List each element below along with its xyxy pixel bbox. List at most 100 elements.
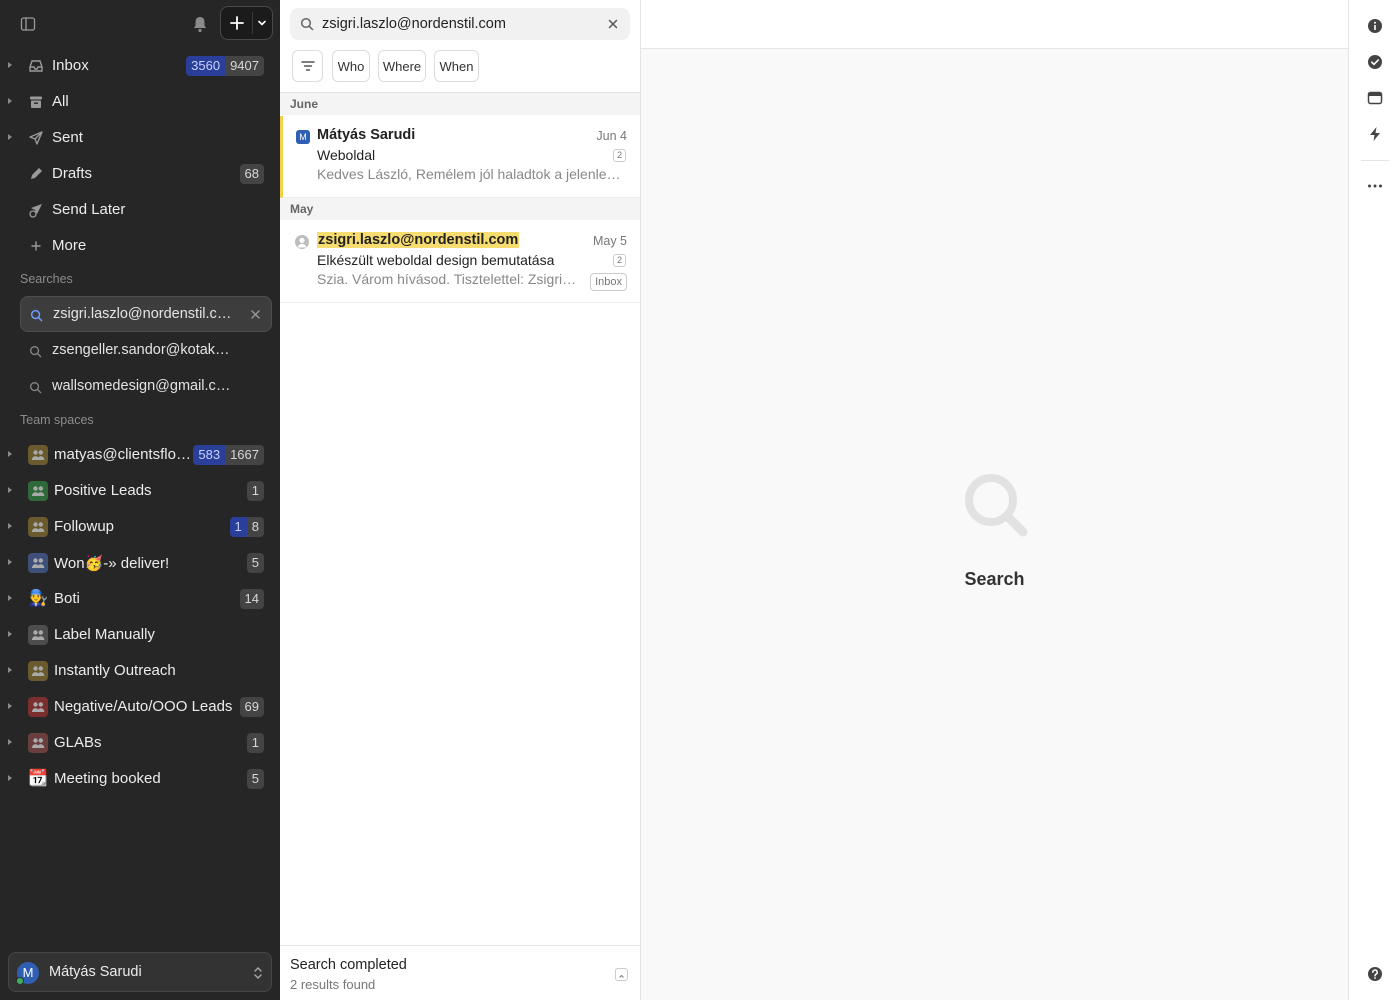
expand-triangle-icon[interactable] xyxy=(8,62,12,68)
saved-search-label: zsengeller.sandor@kotakkft.hu xyxy=(52,342,232,358)
nav-more[interactable]: More xyxy=(0,228,280,264)
saved-search-item[interactable]: zsigri.laszlo@nordenstil.com xyxy=(20,296,272,332)
message-list-pane: Who Where When June M Mátyás Sarudi Jun … xyxy=(280,0,641,1000)
expand-triangle-icon[interactable] xyxy=(8,703,12,709)
team-space-label: Negative/Auto/OOO Leads xyxy=(54,698,233,715)
team-space-item[interactable]: 👨‍🔧 Boti 14 xyxy=(0,581,280,617)
team-space-item[interactable]: Label Manually xyxy=(0,617,280,653)
team-emoji-icon: 📆 xyxy=(28,770,48,787)
sidebar-header xyxy=(0,0,280,48)
expand-triangle-icon[interactable] xyxy=(8,451,12,457)
team-spaces-section-title: Team spaces xyxy=(20,413,94,427)
sidebar: Inbox 3560 9407 All Sent Drafts 68 Send L… xyxy=(0,0,280,1000)
check-circle-icon[interactable] xyxy=(1367,54,1383,70)
close-icon[interactable] xyxy=(250,309,261,320)
calendar-icon[interactable] xyxy=(1367,90,1383,106)
team-space-item[interactable]: 📆 Meeting booked 5 xyxy=(0,761,280,797)
expand-triangle-icon[interactable] xyxy=(8,523,12,529)
archive-icon xyxy=(30,96,42,108)
nav-send-later[interactable]: Send Later xyxy=(0,192,280,228)
team-space-item[interactable]: Instantly Outreach xyxy=(0,653,280,689)
team-space-label: Followup xyxy=(54,518,115,535)
nav-all[interactable]: All xyxy=(0,84,280,120)
nav-inbox[interactable]: Inbox 3560 9407 xyxy=(0,48,280,84)
search-icon xyxy=(300,17,314,31)
message-date: May 5 xyxy=(592,234,627,248)
saved-search-label: zsigri.laszlo@nordenstil.com xyxy=(53,306,233,322)
team-space-item[interactable]: Won🥳-» deliver! 5 xyxy=(0,545,280,581)
pencil-icon xyxy=(31,168,42,179)
plus-icon xyxy=(230,16,244,30)
saved-search-item[interactable]: zsengeller.sandor@kotakkft.hu xyxy=(20,333,272,369)
saved-search-label: wallsomedesign@gmail.com xyxy=(52,378,232,394)
count-badge: 1 xyxy=(246,733,264,753)
expand-triangle-icon[interactable] xyxy=(8,134,12,140)
search-input[interactable] xyxy=(322,13,602,35)
unread-count-badge: 1 xyxy=(229,517,247,537)
info-icon[interactable] xyxy=(1367,18,1383,34)
expand-triangle-icon[interactable] xyxy=(8,631,12,637)
count-badge: 5 xyxy=(246,769,264,789)
team-people-icon xyxy=(28,733,48,753)
team-space-item[interactable]: Negative/Auto/OOO Leads 69 xyxy=(0,689,280,725)
message-sender: Mátyás Sarudi xyxy=(317,127,416,143)
group-header-june: June xyxy=(280,93,640,115)
filter-options-button[interactable] xyxy=(292,50,323,82)
team-space-item[interactable]: GLABs 1 xyxy=(0,725,280,761)
help-icon[interactable] xyxy=(1367,966,1383,982)
compose-divider xyxy=(252,12,253,34)
group-header-may: May xyxy=(280,198,640,220)
search-bar xyxy=(290,8,630,40)
expand-triangle-icon[interactable] xyxy=(8,667,12,673)
sidebar-toggle-icon[interactable] xyxy=(20,16,36,32)
compose-button[interactable] xyxy=(220,6,273,40)
chevron-down-icon[interactable] xyxy=(256,17,268,29)
team-space-label: Label Manually xyxy=(54,626,155,643)
team-space-label: Positive Leads xyxy=(54,482,152,499)
more-horizontal-icon[interactable] xyxy=(1367,178,1383,194)
nav-label: Sent xyxy=(52,129,83,146)
filter-who-button[interactable]: Who xyxy=(332,50,370,82)
bell-icon[interactable] xyxy=(192,15,208,33)
team-space-label: matyas@clientsflow.hu xyxy=(54,446,194,463)
saved-search-item[interactable]: wallsomedesign@gmail.com xyxy=(20,369,272,405)
nav-label: All xyxy=(52,93,69,110)
search-status-title: Search completed xyxy=(290,957,407,973)
team-space-item[interactable]: matyas@clientsflow.hu 583 1667 xyxy=(0,437,280,473)
rail-divider xyxy=(1361,160,1389,161)
message-row[interactable]: zsigri.laszlo@nordenstil.com May 5 Elkés… xyxy=(280,221,640,303)
send-later-icon xyxy=(29,204,42,218)
expand-triangle-icon[interactable] xyxy=(8,775,12,781)
empty-state-title: Search xyxy=(964,569,1025,589)
total-count-badge: 8 xyxy=(246,517,264,537)
filter-when-button[interactable]: When xyxy=(434,50,479,82)
collapse-toggle[interactable] xyxy=(615,968,628,981)
nav-sent[interactable]: Sent xyxy=(0,120,280,156)
expand-triangle-icon[interactable] xyxy=(8,595,12,601)
search-icon xyxy=(30,309,43,322)
thread-count: 2 xyxy=(613,254,626,267)
lightning-icon[interactable] xyxy=(1367,126,1383,142)
expand-triangle-icon[interactable] xyxy=(8,739,12,745)
reading-pane-toolbar xyxy=(641,0,1348,49)
sender-avatar: M xyxy=(296,130,310,144)
filter-icon xyxy=(300,61,315,71)
team-space-item[interactable]: Followup 1 8 xyxy=(0,509,280,545)
clear-search-icon[interactable] xyxy=(608,19,618,29)
expand-triangle-icon[interactable] xyxy=(8,98,12,104)
reading-pane: Search xyxy=(641,0,1348,1000)
team-space-item[interactable]: Positive Leads 1 xyxy=(0,473,280,509)
expand-triangle-icon[interactable] xyxy=(8,487,12,493)
team-space-label: Meeting booked xyxy=(54,770,161,787)
account-switcher[interactable]: M Mátyás Sarudi xyxy=(8,952,272,992)
message-row[interactable]: M Mátyás Sarudi Jun 4 Weboldal 2 Kedves … xyxy=(280,116,640,198)
nav-drafts[interactable]: Drafts 68 xyxy=(0,156,280,192)
message-sender: zsigri.laszlo@nordenstil.com xyxy=(317,232,520,248)
filter-where-button[interactable]: Where xyxy=(378,50,426,82)
plus-icon xyxy=(31,241,41,251)
expand-triangle-icon[interactable] xyxy=(8,559,12,565)
nav-label: Inbox xyxy=(52,57,89,74)
person-avatar-icon xyxy=(295,235,309,249)
nav-label: Drafts xyxy=(52,165,93,182)
chevron-up-down-icon xyxy=(254,967,262,979)
